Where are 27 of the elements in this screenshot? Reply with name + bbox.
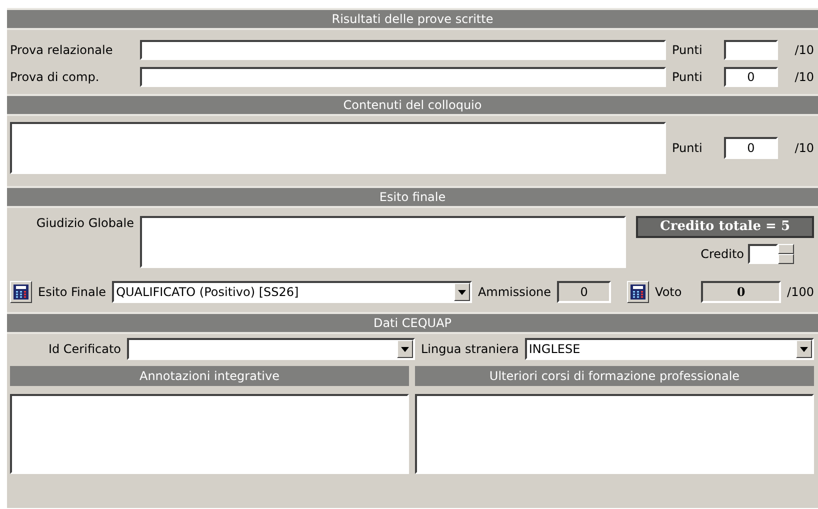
points-max: /10 [794, 70, 814, 84]
section-header: Contenuti del colloquio [7, 94, 818, 116]
points-field[interactable]: 0 [724, 66, 778, 86]
language-dropdown[interactable]: INGLESE [524, 338, 814, 360]
points-label: Punti [672, 141, 704, 155]
section-header: Dati CEQUAP [7, 312, 818, 334]
section-header: Risultati delle prove scritte [7, 8, 818, 30]
field-label: Lingua straniera [421, 342, 519, 356]
points-max: /10 [794, 42, 814, 56]
points-label: Punti [672, 70, 704, 84]
field-label: Id Cerificato [47, 342, 121, 356]
section-header: Esito finale [7, 186, 818, 208]
panel-header: Ulteriori corsi di formazione professionale [415, 366, 814, 386]
outcome-dropdown[interactable]: QUALIFICATO (Positivo) [SS26] [112, 281, 472, 303]
field-label: Esito Finale [38, 285, 106, 299]
field-label: Prova relazionale [10, 42, 114, 56]
grade-max: /100 [787, 285, 814, 299]
points-label: Punti [672, 42, 704, 56]
field-label: Ammissione [478, 285, 552, 299]
credit-total: Credito totale = 5 [636, 216, 814, 238]
points-field[interactable]: 0 [724, 137, 778, 159]
field-label: Prova di comp. [10, 70, 100, 84]
field-label: Giudizio Globale [35, 216, 134, 230]
panel-header: Annotazioni integrative [10, 366, 409, 386]
points-max: /10 [794, 141, 814, 155]
field-label: Credito [700, 247, 744, 261]
field-label: Voto [655, 285, 683, 299]
